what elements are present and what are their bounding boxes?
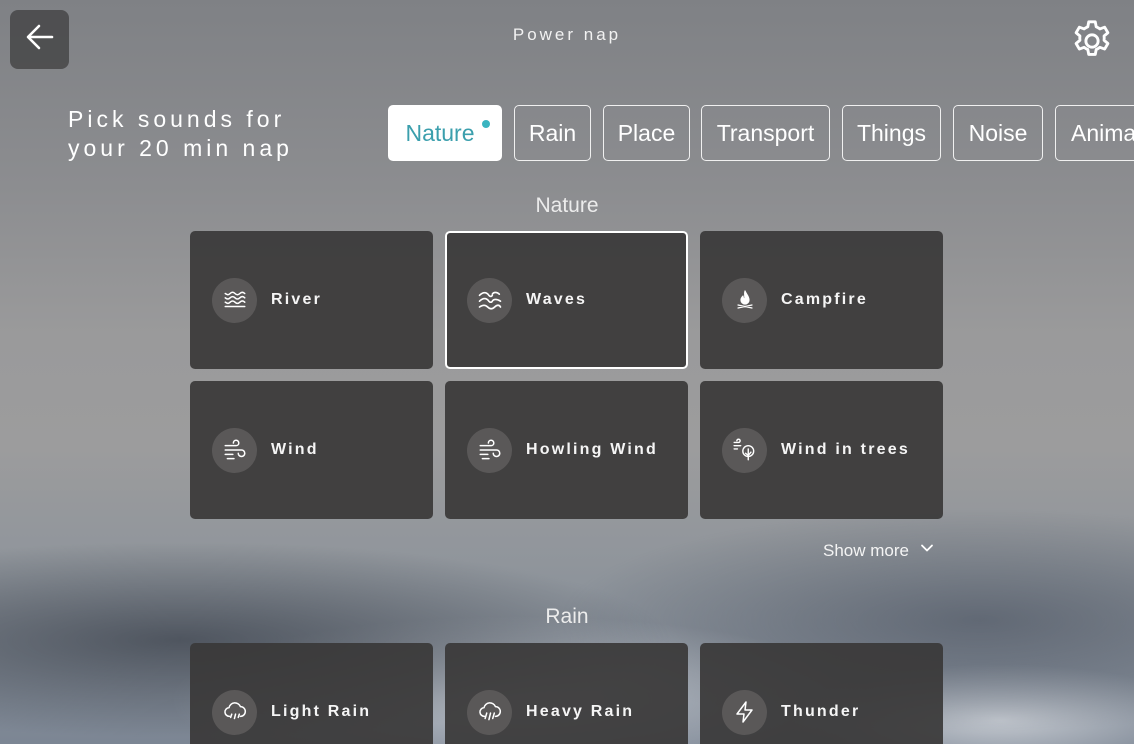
sound-label: Waves [526,291,588,308]
sound-card-river[interactable]: River [190,231,433,369]
river-icon [212,277,257,323]
waves-icon [467,277,512,323]
sound-label: Heavy Rain [526,703,635,720]
tab-label: Transport [716,119,815,146]
sound-card-howling-wind[interactable]: Howling Wind [445,381,688,519]
sound-card-heavy-rain[interactable]: Heavy Rain [445,643,688,744]
sound-label: Howling Wind [526,441,659,458]
sound-label: Light Rain [271,703,372,720]
sound-card-waves[interactable]: Waves [445,231,688,369]
sound-card-light-rain[interactable]: Light Rain [190,643,433,744]
lightning-icon [722,689,767,735]
cloud-rain-icon [467,689,512,735]
wind-icon [467,427,512,473]
tab-animals[interactable]: Animals [1055,105,1134,161]
tab-label: Place [617,119,676,146]
sound-label: Wind [271,441,319,458]
wind-icon [212,427,257,473]
page-title: Power nap [512,25,622,44]
tab-label: Animals [1071,119,1134,146]
tab-things[interactable]: Things [842,105,941,161]
new-indicator-dot [482,120,490,128]
section-title-rain: Rain [545,605,589,628]
sound-card-thunder[interactable]: Thunder [700,643,943,744]
section-title-nature: Nature [535,194,599,217]
show-more-label: Show more [823,540,909,560]
sound-label: Thunder [781,703,861,720]
flame-icon [722,277,767,323]
tab-noise[interactable]: Noise [953,105,1043,161]
sound-card-wind[interactable]: Wind [190,381,433,519]
tab-label: Things [856,119,927,146]
tab-label: Noise [968,119,1028,146]
sound-label: Wind in trees [781,441,910,458]
wind-tree-icon [722,427,767,473]
tab-place[interactable]: Place [603,105,690,161]
cloud-rain-icon [212,689,257,735]
tab-label: Nature [405,119,475,146]
chevron-down-icon [919,540,935,561]
sound-card-campfire[interactable]: Campfire [700,231,943,369]
sound-label: River [271,291,323,308]
tab-label: Rain [528,119,577,146]
show-more-button[interactable]: Show more [823,540,935,561]
tab-nature[interactable]: Nature [388,105,502,161]
category-tabs: Nature Rain Place Transport Things Noise… [388,105,1134,161]
page-heading: Pick sounds for your 20 min nap [68,106,293,161]
gear-icon [1069,18,1115,69]
sound-card-wind-in-trees[interactable]: Wind in trees [700,381,943,519]
sound-label: Campfire [781,291,868,308]
settings-button[interactable] [1066,17,1118,69]
tab-transport[interactable]: Transport [701,105,830,161]
tab-rain[interactable]: Rain [514,105,591,161]
